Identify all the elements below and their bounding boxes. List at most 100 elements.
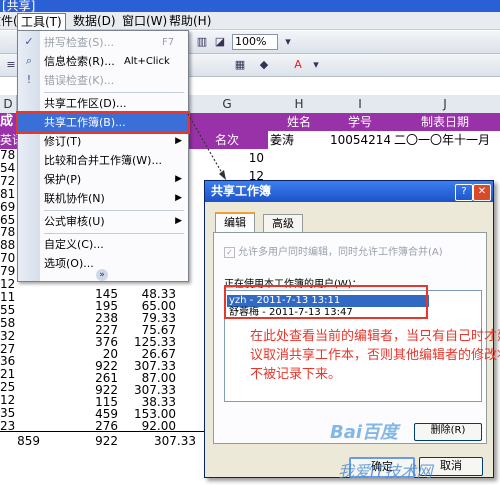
column-header-j[interactable]: J xyxy=(390,95,500,114)
menu-item-shortcut: Alt+Click xyxy=(124,56,170,67)
total-f[interactable]: 307.33 xyxy=(126,432,196,450)
help-icon[interactable]: ? xyxy=(455,184,473,201)
menu-item-label: 错误检查(K)... xyxy=(44,74,115,87)
table-cell-f[interactable]: 38.33 xyxy=(126,396,176,408)
menu-window[interactable]: 窗口(W) xyxy=(119,13,170,29)
total-e[interactable]: 922 xyxy=(70,432,118,450)
column-header-h[interactable]: H xyxy=(268,95,331,114)
table-cell-d[interactable]: 78 xyxy=(0,226,16,239)
column-header-i[interactable]: I xyxy=(330,95,391,114)
fill-color-icon[interactable]: ◆ xyxy=(256,57,272,73)
table-cell-e[interactable]: 922 xyxy=(70,384,118,396)
close-icon[interactable]: ✕ xyxy=(473,184,491,201)
table-cell-f[interactable]: 48.33 xyxy=(126,288,176,300)
table-cell-d[interactable]: 231 xyxy=(0,420,16,433)
menu-item-shortcut: F7 xyxy=(162,37,175,48)
table-cell-e[interactable]: 145 xyxy=(70,288,118,300)
menu-item-shared-workspace[interactable]: 共享工作区(D)... xyxy=(18,94,188,113)
window-title: [共享] xyxy=(2,0,36,12)
menu-help[interactable]: 帮助(H) xyxy=(166,13,214,29)
zoom-select[interactable]: 100% xyxy=(232,34,278,50)
menu-item-error-check[interactable]: ! 错误检查(K)... xyxy=(18,71,188,90)
window-titlebar: [共享] xyxy=(0,0,500,12)
table-cell-f[interactable]: 26.67 xyxy=(126,348,176,360)
table-cell-d[interactable]: 12 xyxy=(0,278,16,291)
menu-item-label: 修订(T) xyxy=(44,135,82,148)
chevron-down-icon[interactable]: ▾ xyxy=(280,34,296,50)
remove-user-button[interactable]: 删除(R) xyxy=(414,423,482,441)
menu-separator xyxy=(44,92,184,93)
menu-item-spellcheck[interactable]: ✓ 拼写检查(S)... F7 xyxy=(18,33,188,52)
table-cell-f[interactable]: 125.33 xyxy=(126,336,176,348)
drawing-icon[interactable]: ◪ xyxy=(212,34,228,50)
table-cell-e[interactable]: 20 xyxy=(70,348,118,360)
table-cell-d[interactable]: 328 xyxy=(0,330,16,343)
table-cell-d[interactable]: 259 xyxy=(0,381,16,394)
chart-icon[interactable]: ▥ xyxy=(194,34,210,50)
checkbox-label: 允许多用户同时编辑，同时允许工作簿合并(A) xyxy=(238,247,443,258)
menu-item-online-collab[interactable]: 联机协作(N) ▶ xyxy=(18,189,188,208)
chevron-down-icon[interactable]: ▾ xyxy=(308,57,324,73)
table-cell-d[interactable]: 58 xyxy=(0,317,16,330)
menu-tools[interactable]: 工具(T) xyxy=(17,13,66,30)
table-cell-f[interactable]: 92.00 xyxy=(126,420,176,432)
menu-item-label: 自定义(C)... xyxy=(44,238,104,251)
table-cell-d[interactable]: 81 xyxy=(0,188,16,201)
dialog-panel: ✓ 允许多用户同时编辑，同时允许工作簿合并(A) 正在使用本工作簿的用户(W)： … xyxy=(213,232,500,444)
table-cell-e[interactable]: 261 xyxy=(70,372,118,384)
menu-item-compare-merge[interactable]: 比较和合并工作簿(W)... xyxy=(18,151,188,170)
table-cell-d[interactable]: 351 xyxy=(0,407,16,420)
table-cell-f[interactable]: 79.33 xyxy=(126,312,176,324)
column-header-d[interactable]: D xyxy=(0,95,17,114)
submenu-arrow-icon: ▶ xyxy=(175,216,182,226)
table-cell-d[interactable]: 213 xyxy=(0,368,16,381)
table-cell-f[interactable]: 75.67 xyxy=(126,324,176,336)
table-cell-d[interactable]: 70 xyxy=(0,252,16,265)
total-d[interactable]: 859 xyxy=(0,432,40,450)
menu-item-protection[interactable]: 保护(P) ▶ xyxy=(18,170,188,189)
cell-student-id[interactable]: 10054214 xyxy=(330,131,390,149)
table-cell-f[interactable]: 307.33 xyxy=(126,360,176,372)
font-color-icon[interactable]: A xyxy=(290,57,306,73)
allow-multiuser-checkbox[interactable]: ✓ 允许多用户同时编辑，同时允许工作簿合并(A) xyxy=(224,243,443,258)
menu-item-share-workbook[interactable]: 共享工作簿(B)... xyxy=(16,111,190,134)
menu-item-track-changes[interactable]: 修订(T) ▶ xyxy=(18,132,188,151)
table-cell-d[interactable]: 27 xyxy=(0,343,16,356)
menu-item-formula-auditing[interactable]: 公式审核(U) ▶ xyxy=(18,212,188,231)
expand-menu-icon[interactable]: » xyxy=(96,269,108,281)
table-cell-d[interactable]: 65 xyxy=(0,214,16,227)
menu-item-label: 共享工作簿(B)... xyxy=(44,116,126,129)
menu-item-research[interactable]: ⌕ 信息检索(R)... Alt+Click xyxy=(18,52,188,71)
tab-advanced[interactable]: 高级 xyxy=(263,214,303,233)
menu-data[interactable]: 数据(D) xyxy=(70,13,119,29)
table-cell-d[interactable]: 88 xyxy=(0,239,16,252)
table-cell-d[interactable]: 360 xyxy=(0,355,16,368)
annotation-text: 在此处查看当前的编辑者，当只有自己时才建议取消共享工作本，否则其他编辑者的修改将… xyxy=(250,329,500,382)
table-cell-e[interactable]: 376 xyxy=(70,336,118,348)
cell-name[interactable]: 姜涛 xyxy=(268,131,332,149)
submenu-arrow-icon: ▶ xyxy=(175,136,182,146)
table-cell-e[interactable]: 238 xyxy=(70,312,118,324)
table-cell-d[interactable]: 55 xyxy=(0,304,16,317)
table-cell-e[interactable]: 227 xyxy=(70,324,118,336)
cell-date[interactable]: 二〇一〇年十一月 xyxy=(390,131,500,149)
table-cell-d[interactable]: 54 xyxy=(0,162,16,175)
menu-item-customize[interactable]: 自定义(C)... xyxy=(18,235,188,254)
borders-icon[interactable]: ▦ xyxy=(232,57,248,73)
table-cell-d[interactable]: 12 xyxy=(0,394,16,407)
table-cell-d[interactable]: 69 xyxy=(0,201,16,214)
table-cell-d[interactable]: 79 xyxy=(0,265,16,278)
header-date: 制表日期 xyxy=(390,113,500,131)
table-cell-f[interactable]: 153.00 xyxy=(126,408,176,420)
table-cell-d[interactable]: 78 xyxy=(0,149,16,162)
table-cell-f[interactable]: 65.00 xyxy=(126,300,176,312)
table-cell-d[interactable]: 72 xyxy=(0,175,16,188)
table-cell-e[interactable]: 459 xyxy=(70,408,118,420)
table-cell-e[interactable]: 276 xyxy=(70,420,118,432)
table-cell-e[interactable]: 922 xyxy=(70,360,118,372)
table-cell-f[interactable]: 307.33 xyxy=(126,384,176,396)
table-cell-d[interactable]: 112 xyxy=(0,291,16,304)
table-cell-e[interactable]: 115 xyxy=(70,396,118,408)
table-cell-f[interactable]: 87.00 xyxy=(126,372,176,384)
table-cell-e[interactable]: 195 xyxy=(70,300,118,312)
